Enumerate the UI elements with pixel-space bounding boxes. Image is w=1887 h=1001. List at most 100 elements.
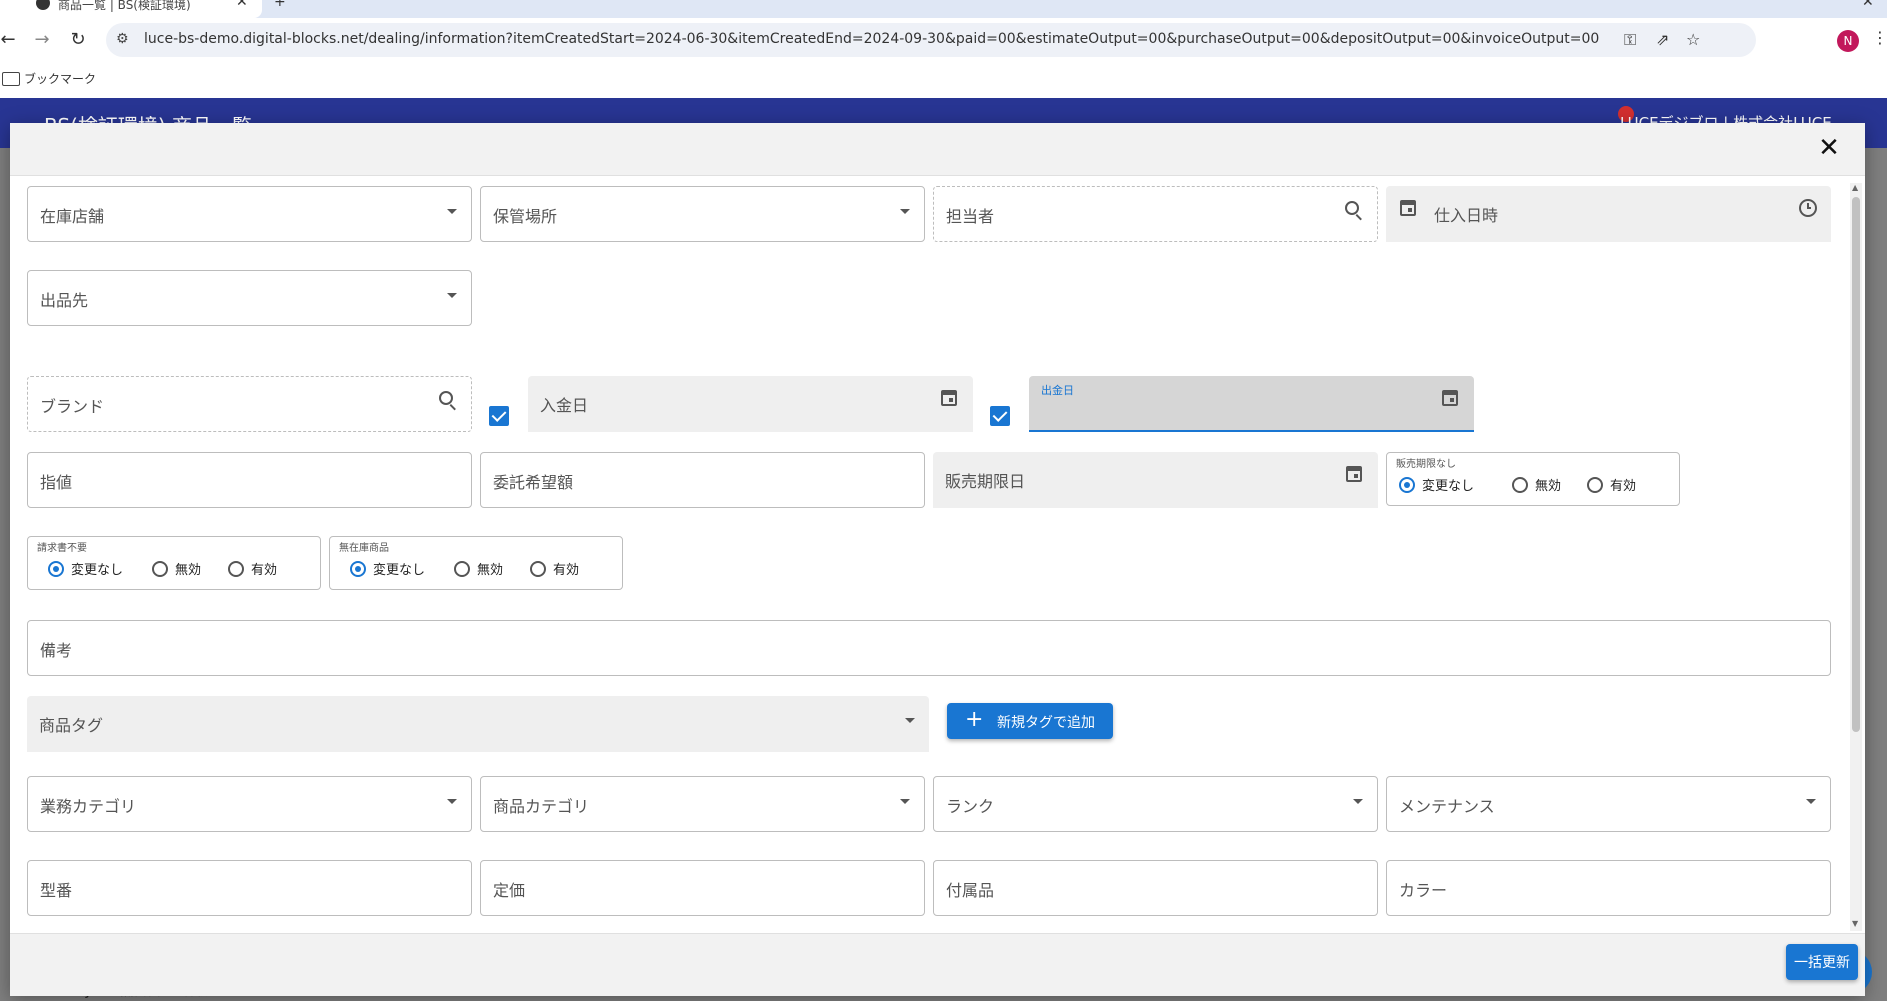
withdrawal-date-input[interactable]: 出金日	[1029, 376, 1474, 432]
purchase-datetime-input[interactable]: 仕入日時	[1386, 186, 1831, 242]
browser-toolbar: ← → ↻ ⚙ luce-bs-demo.digital-blocks.net/…	[0, 18, 1887, 64]
no-stock-item-radio-group: 無在庫商品 変更なし 無効 有効	[329, 536, 623, 590]
password-key-icon[interactable]: ⚿	[1624, 30, 1636, 50]
calendar-icon[interactable]	[1442, 390, 1458, 406]
product-category-select[interactable]: 商品カテゴリ	[480, 776, 925, 832]
limit-price-input[interactable]: 指値	[27, 452, 472, 508]
dialog-footer: 一括更新	[10, 933, 1865, 996]
accessories-label: 付属品	[946, 881, 995, 900]
profile-avatar[interactable]: N	[1837, 30, 1859, 52]
stock-store-label: 在庫店舗	[40, 207, 105, 226]
business-category-select[interactable]: 業務カテゴリ	[27, 776, 472, 832]
browser-menu-icon[interactable]: ⋮	[1872, 28, 1887, 47]
scroll-up-icon[interactable]: ▲	[1852, 183, 1858, 192]
deposit-date-checkbox[interactable]	[489, 406, 509, 426]
remarks-input[interactable]: 備考	[27, 620, 1831, 676]
plus-icon: +	[965, 707, 984, 732]
maintenance-label: メンテナンス	[1399, 797, 1495, 816]
maintenance-select[interactable]: メンテナンス	[1386, 776, 1831, 832]
calendar-icon[interactable]	[1346, 466, 1362, 482]
radio-option-enabled[interactable]: 有効	[1587, 475, 1636, 495]
listing-destination-select[interactable]: 出品先	[27, 270, 472, 326]
chevron-down-icon	[1806, 799, 1816, 804]
new-tab-icon[interactable]: +	[274, 0, 286, 10]
bulk-update-button[interactable]: 一括更新	[1786, 944, 1858, 980]
radio-unselected-icon	[1587, 476, 1603, 493]
radio-option-no-change[interactable]: 変更なし	[1399, 475, 1474, 495]
scrollbar-thumb[interactable]	[1852, 197, 1860, 732]
dialog-header: ✕	[10, 123, 1865, 176]
storage-location-label: 保管場所	[493, 207, 558, 226]
product-tag-select[interactable]: 商品タグ	[27, 696, 929, 752]
browser-tab-title: 商品一覧 | BS(検証環境)	[58, 0, 191, 12]
scroll-down-icon[interactable]: ▼	[1852, 919, 1858, 928]
accessories-input[interactable]: 付属品	[933, 860, 1378, 916]
close-icon[interactable]: ✕	[1814, 133, 1844, 163]
model-number-input[interactable]: 型番	[27, 860, 472, 916]
search-icon	[439, 391, 453, 405]
product-category-label: 商品カテゴリ	[493, 797, 590, 816]
radio-selected-icon	[1399, 476, 1415, 493]
no-sales-deadline-legend: 販売期限なし	[1396, 459, 1456, 470]
reload-icon[interactable]: ↻	[66, 28, 90, 52]
radio-unselected-icon	[152, 560, 168, 577]
consignment-price-input[interactable]: 委託希望額	[480, 452, 925, 508]
add-new-tag-button[interactable]: + 新規タグで追加	[947, 703, 1113, 739]
radio-selected-icon	[48, 560, 64, 577]
radio-option-no-change[interactable]: 変更なし	[350, 559, 425, 579]
address-bar[interactable]: ⚙ luce-bs-demo.digital-blocks.net/dealin…	[106, 23, 1756, 57]
tab-close-icon[interactable]: ✕	[236, 0, 248, 10]
chevron-down-icon	[905, 718, 915, 723]
list-price-input[interactable]: 定価	[480, 860, 925, 916]
clock-icon[interactable]	[1799, 199, 1817, 217]
sales-deadline-input[interactable]: 販売期限日	[933, 452, 1378, 508]
listing-destination-label: 出品先	[40, 291, 89, 310]
color-input[interactable]: カラー	[1386, 860, 1831, 916]
model-number-label: 型番	[40, 881, 73, 900]
chevron-down-icon	[900, 209, 910, 214]
bookmarks-label[interactable]: ブックマーク	[24, 70, 96, 87]
address-bar-url[interactable]: luce-bs-demo.digital-blocks.net/dealing/…	[144, 31, 1599, 47]
site-settings-icon[interactable]: ⚙	[116, 31, 129, 47]
bookmark-star-icon[interactable]: ☆	[1686, 30, 1700, 49]
brand-input[interactable]: ブランド	[27, 376, 472, 432]
calendar-icon	[1400, 200, 1416, 216]
list-price-label: 定価	[493, 881, 526, 900]
window-close-icon[interactable]: ✕	[1862, 0, 1874, 10]
radio-selected-icon	[350, 560, 366, 577]
radio-option-enabled[interactable]: 有効	[530, 559, 579, 579]
radio-option-no-change[interactable]: 変更なし	[48, 559, 123, 579]
back-arrow-icon[interactable]: ←	[0, 28, 20, 52]
person-in-charge-label: 担当者	[946, 207, 995, 226]
no-invoice-radio-group: 請求書不要 変更なし 無効 有効	[27, 536, 321, 590]
radio-option-disabled[interactable]: 無効	[1512, 475, 1561, 495]
radio-option-enabled[interactable]: 有効	[228, 559, 277, 579]
radio-unselected-icon	[228, 560, 244, 577]
radio-option-disabled[interactable]: 無効	[152, 559, 201, 579]
deposit-date-label: 入金日	[540, 396, 589, 415]
product-tag-label: 商品タグ	[39, 716, 104, 735]
dialog-scrollbar[interactable]: ▲ ▼	[1850, 183, 1862, 931]
stock-store-select[interactable]: 在庫店舗	[27, 186, 472, 242]
radio-unselected-icon	[1512, 476, 1528, 493]
site-favicon-icon	[36, 0, 50, 10]
withdrawal-date-checkbox[interactable]	[990, 406, 1010, 426]
chevron-down-icon	[1353, 799, 1363, 804]
no-invoice-legend: 請求書不要	[37, 543, 87, 554]
chevron-down-icon	[447, 293, 457, 298]
browser-tab-active[interactable]: 商品一覧 | BS(検証環境) ✕	[0, 0, 262, 18]
open-in-app-icon[interactable]: ⇗	[1656, 30, 1669, 49]
bookmarks-bar: ブックマーク	[0, 64, 1887, 98]
radio-option-disabled[interactable]: 無効	[454, 559, 503, 579]
forward-arrow-icon[interactable]: →	[30, 28, 54, 52]
deposit-date-input[interactable]: 入金日	[528, 376, 973, 432]
storage-location-select[interactable]: 保管場所	[480, 186, 925, 242]
radio-unselected-icon	[530, 560, 546, 577]
color-label: カラー	[1399, 881, 1448, 900]
rank-select[interactable]: ランク	[933, 776, 1378, 832]
limit-price-label: 指値	[40, 473, 73, 492]
calendar-icon[interactable]	[941, 390, 957, 406]
withdrawal-date-label: 出金日	[1041, 384, 1074, 397]
search-icon	[1345, 201, 1359, 215]
person-in-charge-input[interactable]: 担当者	[933, 186, 1378, 242]
